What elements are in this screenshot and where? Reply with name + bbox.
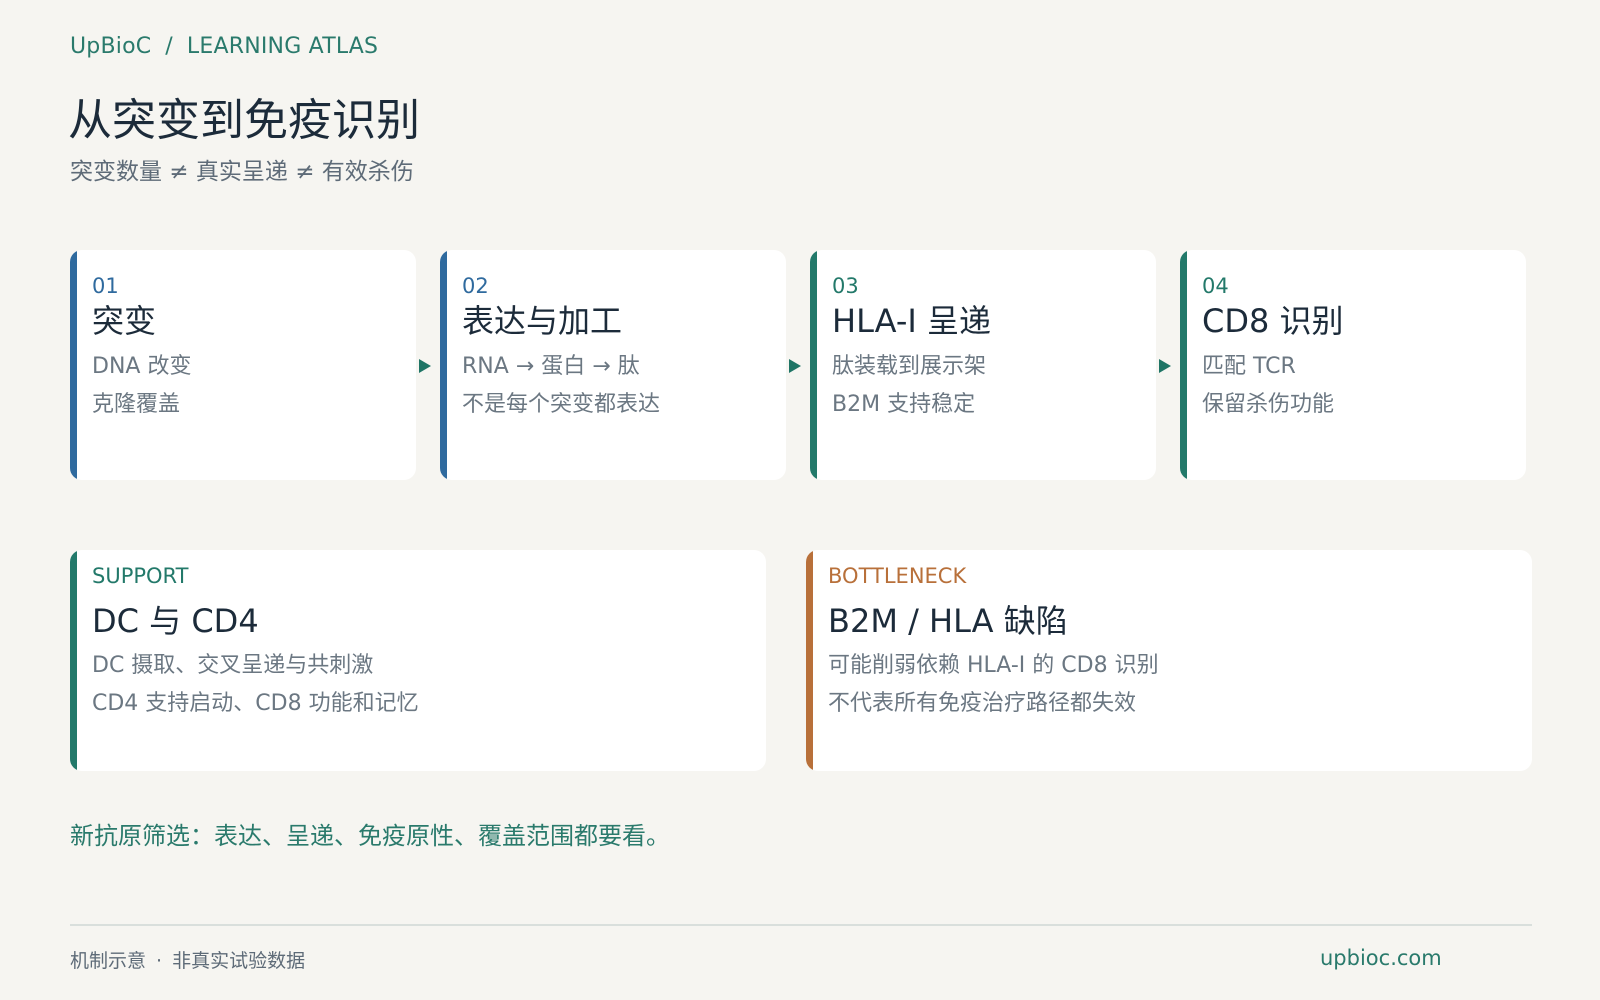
step-accent-bar <box>440 250 447 480</box>
step-card-mutation: 01 突变 DNA 改变 克隆覆盖 <box>70 250 416 480</box>
panel-detail: DC 摄取、交叉呈递与共刺激 <box>92 653 374 678</box>
panel-title: B2M / HLA 缺陷 <box>828 602 1068 640</box>
step-number: 04 <box>1202 274 1229 298</box>
step-detail: 肽装载到展示架 <box>832 354 987 379</box>
section-label: LEARNING ATLAS <box>186 34 379 59</box>
step-detail: B2M 支持稳定 <box>832 392 976 417</box>
footer-disclaimer: 机制示意 · 非真实试验数据 <box>70 946 305 973</box>
step-number: 01 <box>92 274 119 298</box>
step-card-hla-presentation: 03 HLA-I 呈递 肽装载到展示架 B2M 支持稳定 <box>810 250 1156 480</box>
step-title: 表达与加工 <box>462 302 623 340</box>
footer-divider <box>70 924 1532 926</box>
panel-tag: BOTTLENECK <box>828 564 967 588</box>
page-title: 从突变到免疫识别 <box>68 95 420 146</box>
brand-link[interactable]: UpBioC <box>70 34 151 59</box>
step-detail: 保留杀伤功能 <box>1202 392 1335 417</box>
bottleneck-panel: BOTTLENECK B2M / HLA 缺陷 可能削弱依赖 HLA-I 的 C… <box>806 550 1532 771</box>
panel-detail: 可能削弱依赖 HLA-I 的 CD8 识别 <box>828 653 1159 678</box>
panel-accent-bar <box>70 550 77 771</box>
support-panel: SUPPORT DC 与 CD4 DC 摄取、交叉呈递与共刺激 CD4 支持启动… <box>70 550 766 771</box>
step-title: 突变 <box>92 302 157 340</box>
panel-detail: 不代表所有免疫治疗路径都失效 <box>828 691 1137 716</box>
step-number: 02 <box>462 274 489 298</box>
panel-tag: SUPPORT <box>92 564 189 588</box>
page: UpBioC / LEARNING ATLAS 从突变到免疫识别 突变数量 ≠ 真实… <box>0 0 1600 1000</box>
panel-detail: CD4 支持启动、CD8 功能和记忆 <box>92 691 419 716</box>
step-detail: RNA → 蛋白 → 肽 <box>462 354 640 379</box>
step-detail: 克隆覆盖 <box>92 392 181 417</box>
panel-title: DC 与 CD4 <box>92 602 259 640</box>
breadcrumb-separator: / <box>165 34 173 59</box>
step-accent-bar <box>70 250 77 480</box>
step-accent-bar <box>810 250 817 480</box>
page-subtitle: 突变数量 ≠ 真实呈递 ≠ 有效杀伤 <box>70 159 414 185</box>
step-title: CD8 识别 <box>1202 302 1344 340</box>
footer-note: 机制示意 <box>70 950 147 972</box>
step-card-cd8-recognition: 04 CD8 识别 匹配 TCR 保留杀伤功能 <box>1180 250 1526 480</box>
step-title: HLA-I 呈递 <box>832 302 991 340</box>
flow-arrow-icon <box>1159 359 1171 373</box>
panel-accent-bar <box>806 550 813 771</box>
step-detail: 不是每个突变都表达 <box>462 392 661 417</box>
step-detail: 匹配 TCR <box>1202 354 1296 379</box>
breadcrumb: UpBioC / LEARNING ATLAS <box>70 34 378 59</box>
key-takeaway: 新抗原筛选：表达、呈递、免疫原性、覆盖范围都要看。 <box>70 822 670 850</box>
footer-site-link[interactable]: upbioc.com <box>1320 946 1442 970</box>
step-number: 03 <box>832 274 859 298</box>
step-detail: DNA 改变 <box>92 354 192 379</box>
step-accent-bar <box>1180 250 1187 480</box>
footer-dot: · <box>156 950 163 972</box>
flow-arrow-icon <box>419 359 431 373</box>
step-card-expression: 02 表达与加工 RNA → 蛋白 → 肽 不是每个突变都表达 <box>440 250 786 480</box>
footer-note: 非真实试验数据 <box>172 950 306 972</box>
flow-arrow-icon <box>789 359 801 373</box>
